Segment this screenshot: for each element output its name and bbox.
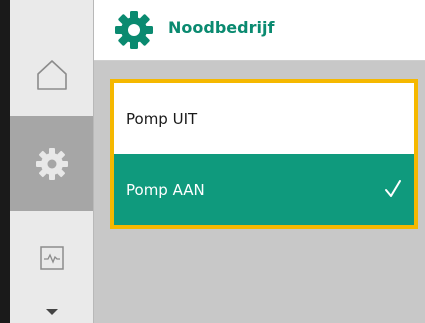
- option-pump-off[interactable]: Pomp UIT: [114, 83, 414, 154]
- gear-icon: [35, 147, 68, 180]
- option-list: Pomp UIT Pomp AAN: [110, 79, 418, 229]
- option-label: Pomp UIT: [126, 109, 198, 128]
- nav-scroll-down[interactable]: [10, 302, 93, 322]
- left-navigation: [10, 0, 94, 323]
- chevron-down-icon: [45, 309, 58, 315]
- main-content: Pomp UIT Pomp AAN: [94, 61, 425, 323]
- home-icon: [36, 60, 67, 90]
- page-title: Noodbedrijf: [168, 18, 275, 37]
- checkmark-icon: [385, 180, 401, 197]
- option-pump-on[interactable]: Pomp AAN: [114, 154, 414, 225]
- nav-item-settings[interactable]: [10, 116, 93, 211]
- gear-icon: [115, 11, 153, 49]
- header: Noodbedrijf: [94, 0, 425, 60]
- nav-item-home[interactable]: [10, 34, 93, 114]
- pulse-monitor-icon: [39, 246, 64, 270]
- option-label: Pomp AAN: [126, 180, 205, 199]
- nav-item-diagnostics[interactable]: [10, 222, 93, 294]
- device-frame-edge: [0, 0, 10, 323]
